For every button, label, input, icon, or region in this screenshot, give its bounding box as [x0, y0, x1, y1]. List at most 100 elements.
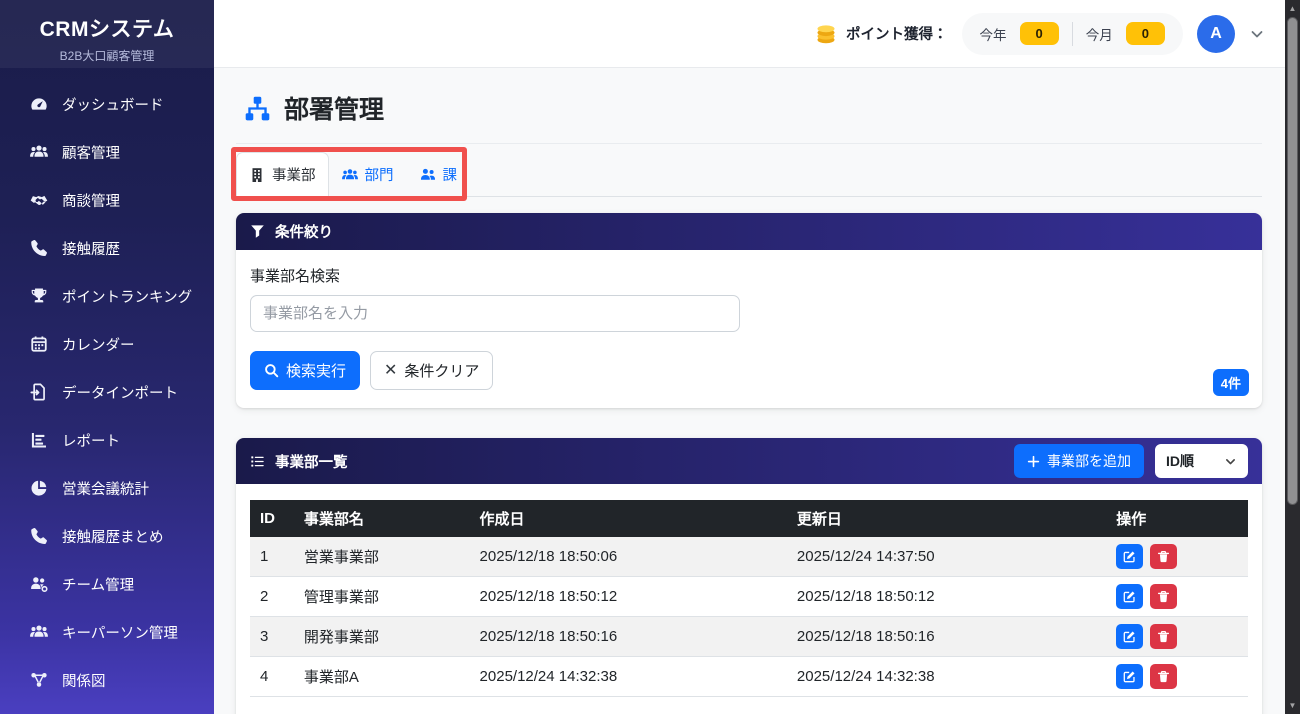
sidebar: CRMシステム B2B大口顧客管理 ダッシュボード 顧客管理 商談管理 接触履歴: [0, 0, 214, 714]
sidebar-item-keyperson[interactable]: キーパーソン管理: [0, 608, 214, 656]
sidebar-item-label: ポイントランキング: [62, 286, 192, 307]
cell-actions: [1106, 577, 1248, 617]
scroll-up-arrow[interactable]: ▲: [1285, 1, 1300, 16]
chevron-down-icon[interactable]: [1249, 26, 1265, 42]
col-actions: 操作: [1106, 500, 1248, 537]
delete-button[interactable]: [1150, 584, 1177, 609]
app-title: CRMシステム: [0, 13, 214, 43]
add-division-button[interactable]: 事業部を追加: [1014, 444, 1144, 478]
cell-name: 営業事業部: [294, 537, 470, 577]
list-title: 事業部一覧: [275, 451, 348, 472]
sidebar-item-report[interactable]: レポート: [0, 416, 214, 464]
tab-department[interactable]: 部門: [329, 152, 407, 197]
two-users-icon: [420, 167, 436, 183]
trophy-icon: [30, 287, 48, 305]
sidebar-item-label: 接触履歴まとめ: [62, 526, 164, 547]
phone-icon: [30, 527, 48, 545]
sidebar-item-contact-history[interactable]: 接触履歴: [0, 224, 214, 272]
edit-button[interactable]: [1116, 664, 1143, 689]
sidebar-item-meeting-stats[interactable]: 営業会議統計: [0, 464, 214, 512]
sidebar-item-label: 営業会議統計: [62, 478, 149, 499]
filter-title: 条件絞り: [275, 221, 333, 242]
list-header-actions: 事業部を追加 ID順: [1014, 444, 1248, 478]
plus-icon: [1027, 455, 1040, 468]
cell-created: 2025/12/24 14:32:38: [470, 657, 787, 697]
sidebar-item-relationship-map[interactable]: 関係図: [0, 656, 214, 704]
clear-button-label: 条件クリア: [404, 360, 479, 381]
content-area: 部署管理 事業部 部門 課: [214, 68, 1285, 714]
list-icon: [250, 454, 265, 469]
tab-division[interactable]: 事業部: [236, 152, 329, 197]
filter-buttons: 検索実行 ✕ 条件クリア: [250, 351, 1248, 390]
edit-icon: [1123, 670, 1136, 683]
trash-icon: [1157, 670, 1170, 683]
points-section: ポイント獲得：: [815, 23, 948, 45]
tab-bar: 事業部 部門 課: [236, 152, 1262, 197]
edit-icon: [1123, 590, 1136, 603]
edit-button[interactable]: [1116, 584, 1143, 609]
pill-divider: [1072, 22, 1073, 46]
sidebar-item-label: 関係図: [62, 670, 106, 691]
sidebar-item-point-ranking[interactable]: ポイントランキング: [0, 272, 214, 320]
users-icon: [342, 167, 358, 183]
clear-button[interactable]: ✕ 条件クリア: [370, 351, 493, 390]
division-list-card: 事業部一覧 事業部を追加 ID順: [236, 438, 1262, 714]
report-icon: [30, 431, 48, 449]
search-button[interactable]: 検索実行: [250, 351, 360, 390]
page-title: 部署管理: [236, 90, 1262, 126]
users-icon: [30, 143, 48, 161]
tab-label: 課: [443, 164, 458, 185]
cell-name: 事業部A: [294, 657, 470, 697]
sidebar-item-label: 接触履歴: [62, 238, 120, 259]
cell-id: 4: [250, 657, 294, 697]
division-search-input[interactable]: [250, 295, 740, 332]
sidebar-item-customers[interactable]: 顧客管理: [0, 128, 214, 176]
tab-section[interactable]: 課: [407, 152, 471, 197]
trash-icon: [1157, 590, 1170, 603]
delete-button[interactable]: [1150, 544, 1177, 569]
trash-icon: [1157, 550, 1170, 563]
year-points-badge[interactable]: 0: [1020, 22, 1059, 45]
chevron-down-icon: [1224, 455, 1237, 468]
cell-updated: 2025/12/24 14:32:38: [787, 657, 1106, 697]
cell-id: 1: [250, 537, 294, 577]
topbar: ポイント獲得： 今年 0 今月 0 A: [214, 0, 1285, 68]
points-label: ポイント獲得：: [846, 23, 948, 44]
sidebar-nav: ダッシュボード 顧客管理 商談管理 接触履歴 ポイントランキング カレンダー: [0, 68, 214, 704]
sort-select[interactable]: ID順: [1155, 444, 1248, 478]
col-name: 事業部名: [294, 500, 470, 537]
sidebar-item-contact-summary[interactable]: 接触履歴まとめ: [0, 512, 214, 560]
sidebar-item-team[interactable]: チーム管理: [0, 560, 214, 608]
sidebar-item-calendar[interactable]: カレンダー: [0, 320, 214, 368]
edit-icon: [1123, 550, 1136, 563]
delete-button[interactable]: [1150, 624, 1177, 649]
x-icon: ✕: [384, 363, 397, 379]
scrollbar-thumb[interactable]: [1287, 17, 1298, 505]
cell-id: 2: [250, 577, 294, 617]
cell-updated: 2025/12/18 18:50:12: [787, 577, 1106, 617]
coins-icon: [815, 23, 837, 45]
cell-created: 2025/12/18 18:50:12: [470, 577, 787, 617]
pie-chart-icon: [30, 479, 48, 497]
filter-body: 事業部名検索 検索実行 ✕ 条件クリア: [236, 250, 1262, 408]
add-division-label: 事業部を追加: [1047, 451, 1131, 471]
delete-button[interactable]: [1150, 664, 1177, 689]
list-card-header: 事業部一覧 事業部を追加 ID順: [236, 438, 1262, 484]
edit-button[interactable]: [1116, 624, 1143, 649]
sidebar-item-label: ダッシュボード: [62, 94, 164, 115]
cell-updated: 2025/12/24 14:37:50: [787, 537, 1106, 577]
avatar[interactable]: A: [1197, 15, 1235, 53]
sidebar-item-data-import[interactable]: データインポート: [0, 368, 214, 416]
table-row: 4 事業部A 2025/12/24 14:32:38 2025/12/24 14…: [250, 657, 1248, 697]
search-button-label: 検索実行: [286, 360, 346, 381]
month-points-badge[interactable]: 0: [1126, 22, 1165, 45]
tab-label: 事業部: [272, 164, 316, 185]
sidebar-item-label: 商談管理: [62, 190, 120, 211]
sidebar-item-deals[interactable]: 商談管理: [0, 176, 214, 224]
edit-button[interactable]: [1116, 544, 1143, 569]
app-logo: CRMシステム B2B大口顧客管理: [0, 0, 214, 68]
sidebar-item-label: レポート: [62, 430, 120, 451]
year-label: 今年: [980, 24, 1007, 44]
sidebar-item-dashboard[interactable]: ダッシュボード: [0, 80, 214, 128]
scroll-down-arrow[interactable]: ▼: [1285, 698, 1300, 713]
